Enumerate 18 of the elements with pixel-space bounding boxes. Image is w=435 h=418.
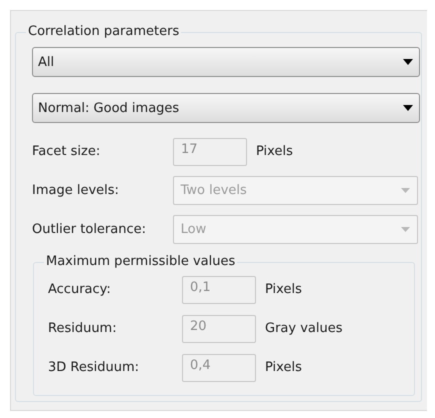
field-label: Outlier tolerance: (32, 222, 148, 237)
group-title: Maximum permissible values (44, 253, 238, 271)
unit-label: Gray values (265, 321, 342, 336)
unit-label: Pixels (256, 144, 293, 159)
field-label: Residuum: (48, 321, 118, 336)
dropdown-arrow-icon (403, 105, 413, 111)
dropdown[interactable]: All (32, 47, 420, 77)
field-label: Accuracy: (48, 282, 112, 297)
unit-label: Pixels (265, 360, 302, 375)
field-label: 3D Residuum: (48, 360, 140, 375)
field-label: Image levels: (32, 183, 120, 198)
group-title: Correlation parameters (26, 23, 182, 41)
dropdown[interactable]: Normal: Good images (32, 93, 420, 123)
dropdown-arrow-icon (403, 59, 413, 65)
field-label: Facet size: (32, 144, 102, 159)
dropdown-arrow-icon (401, 188, 410, 193)
dropdown-arrow-icon (401, 227, 410, 232)
unit-label: Pixels (265, 282, 302, 297)
